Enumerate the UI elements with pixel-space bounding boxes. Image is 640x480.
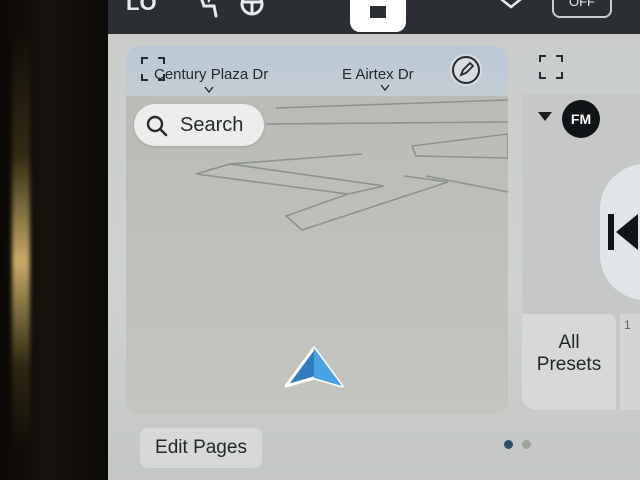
search-icon xyxy=(146,115,168,137)
skip-back-button[interactable] xyxy=(600,164,640,300)
band-badge[interactable]: FM xyxy=(562,100,600,138)
street-label-century-plaza: Century Plaza Dr xyxy=(154,66,269,83)
search-button[interactable]: Search xyxy=(134,104,264,146)
page-indicator[interactable] xyxy=(522,440,531,449)
navigation-map-card[interactable]: Century Plaza Dr E Airtex Dr Search xyxy=(126,46,508,414)
home-button[interactable] xyxy=(350,0,406,32)
chevron-down-icon[interactable] xyxy=(498,0,524,14)
fan-mode-label[interactable]: LO xyxy=(126,0,157,16)
search-label: Search xyxy=(180,114,244,136)
home-grid-icon xyxy=(370,6,386,18)
steering-wheel-heater-icon[interactable] xyxy=(238,0,266,18)
top-status-bar: LO OFF xyxy=(108,0,640,34)
street-marker xyxy=(380,84,390,92)
expand-corners-icon[interactable] xyxy=(538,54,564,80)
preset-number: 1 xyxy=(624,318,631,332)
car-bezel xyxy=(0,0,112,480)
street-label-airtex: E Airtex Dr xyxy=(342,66,414,83)
preset-slot[interactable]: 1 xyxy=(620,314,640,410)
status-pill[interactable]: OFF xyxy=(552,0,612,18)
street-marker xyxy=(204,86,214,94)
radio-card[interactable]: FM All Presets 1 xyxy=(522,46,640,410)
skip-back-icon xyxy=(608,214,638,250)
navigation-arrow-icon xyxy=(284,346,344,388)
page-indicator-active[interactable] xyxy=(504,440,513,449)
all-presets-button[interactable]: All Presets xyxy=(522,314,616,410)
bezel-reflection xyxy=(12,30,30,450)
edit-pages-button[interactable]: Edit Pages xyxy=(140,428,262,468)
edit-map-button[interactable] xyxy=(450,54,482,86)
infotainment-screen: LO OFF Century Plaza Dr E Airtex Dr Sear… xyxy=(108,0,640,480)
seat-heater-icon[interactable] xyxy=(192,0,220,18)
pencil-icon xyxy=(452,56,480,84)
all-presets-label: All Presets xyxy=(536,332,602,375)
band-dropdown-icon[interactable] xyxy=(538,112,552,121)
